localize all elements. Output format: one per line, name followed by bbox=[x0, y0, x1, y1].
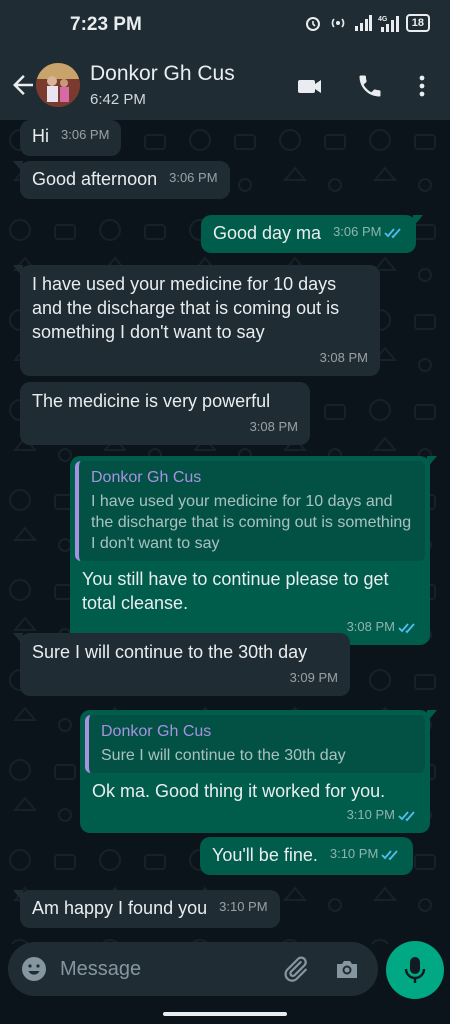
phone-icon[interactable] bbox=[356, 72, 384, 100]
avatar[interactable] bbox=[36, 63, 80, 107]
last-seen: 6:42 PM bbox=[90, 91, 146, 108]
message-time: 3:10 PM bbox=[80, 803, 430, 827]
message-text: Good day ma bbox=[213, 223, 322, 243]
signal-4g-icon: 4G bbox=[378, 16, 399, 32]
message-time: 3:10 PM bbox=[219, 899, 268, 914]
message-out[interactable]: Good day ma 3:06 PM bbox=[201, 215, 424, 253]
battery-icon: 18 bbox=[405, 14, 430, 32]
gesture-nav-bar[interactable] bbox=[163, 1012, 287, 1016]
message-composer bbox=[8, 942, 378, 996]
emoji-icon[interactable] bbox=[20, 955, 48, 983]
double-tick-icon bbox=[398, 810, 415, 821]
message-text: You still have to continue please to get… bbox=[82, 569, 394, 613]
alarm-icon bbox=[305, 17, 320, 31]
message-time: 3:09 PM bbox=[289, 670, 338, 685]
message-text: Good afternoon bbox=[32, 169, 158, 189]
chat-area[interactable]: Hi 3:06 PM Good afternoon 3:06 PM Good d… bbox=[0, 120, 450, 944]
contact-name[interactable]: Donkor Gh Cus bbox=[90, 62, 235, 86]
quoted-sender: Donkor Gh Cus bbox=[91, 469, 202, 486]
message-time: 3:08 PM bbox=[319, 350, 368, 365]
quoted-message[interactable]: Donkor Gh Cus I have used your medicine … bbox=[75, 461, 425, 561]
message-time: 3:06 PM bbox=[169, 170, 218, 185]
quoted-sender: Donkor Gh Cus bbox=[101, 723, 212, 740]
status-time: 7:23 PM bbox=[70, 14, 142, 35]
message-text: I have used your medicine for 10 days an… bbox=[32, 274, 345, 342]
message-out-reply[interactable]: Donkor Gh Cus I have used your medicine … bbox=[70, 456, 437, 645]
message-time: 3:08 PM bbox=[249, 419, 298, 434]
message-in[interactable]: I have used your medicine for 10 days an… bbox=[13, 265, 380, 376]
camera-icon[interactable] bbox=[333, 955, 361, 983]
message-in[interactable]: Sure I will continue to the 30th day 3:0… bbox=[13, 633, 350, 696]
hotspot-icon bbox=[331, 18, 345, 28]
message-time: 3:10 PM bbox=[330, 842, 401, 866]
message-time: 3:06 PM bbox=[61, 127, 110, 142]
double-tick-icon bbox=[381, 849, 398, 860]
quoted-text: Sure I will continue to the 30th day bbox=[101, 747, 346, 764]
double-tick-icon bbox=[384, 227, 402, 238]
message-input[interactable] bbox=[60, 954, 260, 984]
message-text: The medicine is very powerful bbox=[32, 391, 271, 411]
quoted-text: I have used your medicine for 10 days an… bbox=[91, 493, 412, 552]
message-in[interactable]: Good afternoon 3:06 PM bbox=[13, 161, 230, 199]
quoted-message[interactable]: Donkor Gh Cus Sure I will continue to th… bbox=[85, 715, 425, 773]
signal-icon bbox=[354, 15, 372, 31]
status-bar: 7:23 PM 4G 18 bbox=[0, 0, 450, 50]
message-time: 3:06 PM bbox=[333, 220, 404, 244]
message-out[interactable]: You'll be fine. 3:10 PM bbox=[200, 837, 414, 875]
svg-text:4G: 4G bbox=[378, 16, 388, 23]
back-arrow-icon[interactable] bbox=[8, 70, 38, 100]
attach-icon[interactable] bbox=[280, 954, 310, 984]
double-tick-icon bbox=[398, 622, 415, 633]
message-in[interactable]: Hi 3:06 PM bbox=[20, 120, 122, 156]
message-in[interactable]: The medicine is very powerful 3:08 PM bbox=[20, 382, 310, 445]
status-icons: 4G 18 bbox=[304, 14, 430, 32]
mic-button[interactable] bbox=[386, 941, 444, 999]
mic-icon bbox=[404, 957, 426, 983]
chat-header: Donkor Gh Cus 6:42 PM bbox=[0, 50, 450, 120]
message-out-reply[interactable]: Donkor Gh Cus Sure I will continue to th… bbox=[80, 710, 437, 833]
message-text: Hi bbox=[32, 126, 49, 146]
video-call-icon[interactable] bbox=[296, 72, 324, 100]
message-text: Ok ma. Good thing it worked for you. bbox=[92, 781, 386, 801]
message-text: Am happy I found you bbox=[32, 898, 208, 918]
more-vert-icon[interactable] bbox=[408, 72, 436, 100]
message-text: Sure I will continue to the 30th day bbox=[32, 642, 308, 662]
message-in[interactable]: Am happy I found you 3:10 PM bbox=[13, 890, 280, 928]
message-text: You'll be fine. bbox=[212, 845, 318, 865]
